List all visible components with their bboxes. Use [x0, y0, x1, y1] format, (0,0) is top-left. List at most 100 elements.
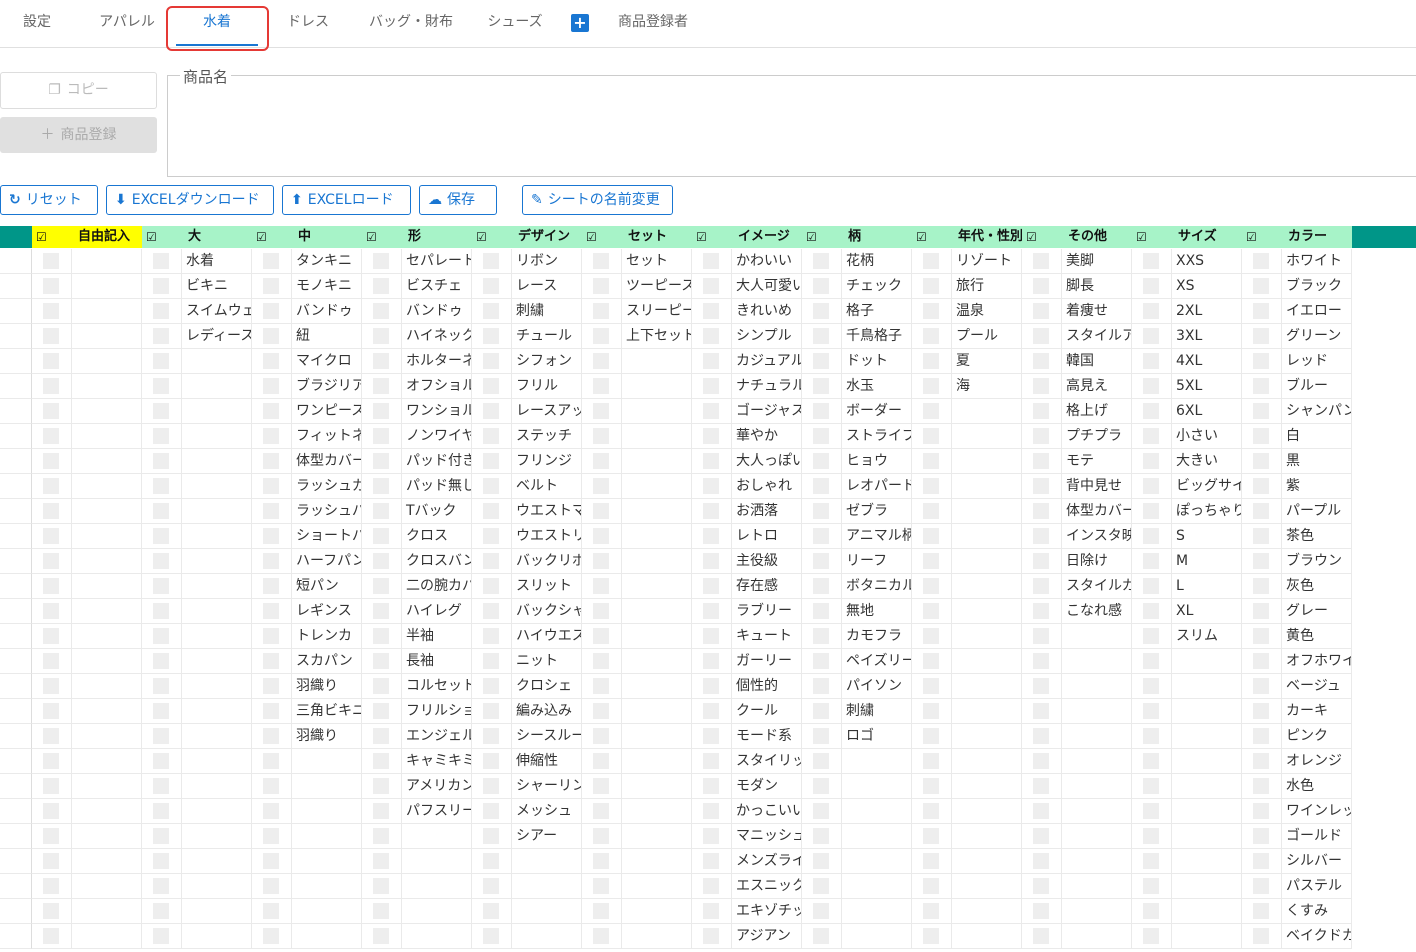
checkbox-cell[interactable] — [142, 699, 182, 724]
tag-value-cell[interactable]: オフホワイ — [1282, 649, 1352, 674]
checkbox[interactable] — [1033, 803, 1049, 819]
checkbox[interactable] — [813, 628, 829, 644]
tag-value-cell[interactable]: 体型カバー — [1062, 499, 1132, 524]
checkbox[interactable] — [153, 253, 169, 269]
checkbox[interactable] — [483, 503, 499, 519]
checkbox-cell[interactable] — [362, 649, 402, 674]
checkbox[interactable] — [153, 728, 169, 744]
checkbox[interactable] — [813, 803, 829, 819]
checkbox-cell[interactable] — [582, 274, 622, 299]
tag-value-cell[interactable]: レース — [512, 274, 582, 299]
checkbox-cell[interactable] — [32, 599, 72, 624]
tag-value-cell[interactable] — [952, 724, 1022, 749]
checkbox[interactable] — [153, 778, 169, 794]
checkbox[interactable] — [1033, 653, 1049, 669]
checkbox-cell[interactable] — [802, 274, 842, 299]
checkbox[interactable] — [593, 778, 609, 794]
checkbox-cell[interactable] — [1022, 749, 1062, 774]
checkbox[interactable] — [813, 278, 829, 294]
checkbox[interactable] — [153, 553, 169, 569]
checkbox[interactable] — [813, 503, 829, 519]
checkbox[interactable] — [483, 753, 499, 769]
checkbox[interactable] — [923, 303, 939, 319]
checkbox-cell[interactable] — [142, 749, 182, 774]
checkbox-cell[interactable] — [582, 424, 622, 449]
checkbox[interactable] — [923, 653, 939, 669]
checkbox[interactable] — [373, 503, 389, 519]
tag-value-cell[interactable] — [72, 524, 142, 549]
checkbox[interactable] — [1143, 478, 1159, 494]
checkbox-cell[interactable] — [32, 624, 72, 649]
tag-value-cell[interactable]: フリル — [512, 374, 582, 399]
tag-value-cell[interactable] — [512, 924, 582, 949]
checkbox-cell[interactable] — [472, 924, 512, 949]
checkbox-cell[interactable] — [472, 474, 512, 499]
checkbox-cell[interactable] — [692, 674, 732, 699]
checkbox[interactable] — [593, 328, 609, 344]
tag-value-cell[interactable] — [952, 549, 1022, 574]
checkbox[interactable] — [1143, 928, 1159, 944]
checkbox[interactable] — [43, 603, 59, 619]
checkbox-cell[interactable] — [32, 399, 72, 424]
checkbox[interactable] — [703, 803, 719, 819]
checkbox-cell[interactable] — [1022, 274, 1062, 299]
tag-value-cell[interactable] — [292, 899, 362, 924]
tag-value-cell[interactable]: 白 — [1282, 424, 1352, 449]
checkbox-cell[interactable] — [472, 849, 512, 874]
checkbox-cell[interactable] — [582, 674, 622, 699]
checkbox[interactable] — [483, 728, 499, 744]
checkbox[interactable] — [813, 428, 829, 444]
checkbox[interactable] — [813, 253, 829, 269]
tag-value-cell[interactable]: 旅行 — [952, 274, 1022, 299]
tag-value-cell[interactable] — [622, 899, 692, 924]
tag-value-cell[interactable] — [292, 774, 362, 799]
tag-value-cell[interactable]: ラッシュガ — [292, 474, 362, 499]
checkbox-cell[interactable] — [142, 249, 182, 274]
checkbox-cell[interactable] — [692, 624, 732, 649]
checkbox-cell[interactable] — [362, 574, 402, 599]
tag-value-cell[interactable] — [622, 574, 692, 599]
checkbox-cell[interactable] — [32, 349, 72, 374]
checkbox[interactable] — [43, 778, 59, 794]
tag-value-cell[interactable] — [622, 524, 692, 549]
tag-value-cell[interactable]: こなれ感 — [1062, 599, 1132, 624]
tag-value-cell[interactable] — [512, 874, 582, 899]
checkbox-cell[interactable] — [582, 824, 622, 849]
checkbox[interactable] — [483, 778, 499, 794]
checkbox[interactable] — [1143, 903, 1159, 919]
checkbox[interactable] — [373, 328, 389, 344]
checkbox-cell[interactable] — [1132, 299, 1172, 324]
checkbox[interactable] — [43, 828, 59, 844]
checkbox[interactable] — [263, 803, 279, 819]
tag-value-cell[interactable]: モノキニ — [292, 274, 362, 299]
checkbox[interactable] — [43, 303, 59, 319]
checkbox[interactable] — [1253, 678, 1269, 694]
checkbox-cell[interactable] — [582, 799, 622, 824]
tag-value-cell[interactable]: 大きい — [1172, 449, 1242, 474]
checkbox-cell[interactable] — [1132, 524, 1172, 549]
tag-value-cell[interactable]: ウエストリ — [512, 524, 582, 549]
tag-value-cell[interactable] — [72, 574, 142, 599]
checkbox[interactable] — [43, 403, 59, 419]
tag-value-cell[interactable]: M — [1172, 549, 1242, 574]
checkbox-cell[interactable] — [1132, 649, 1172, 674]
checkbox-cell[interactable] — [802, 449, 842, 474]
checkbox-cell[interactable] — [912, 724, 952, 749]
checkbox[interactable] — [263, 453, 279, 469]
product-name-field[interactable] — [167, 75, 1416, 177]
checkbox[interactable] — [1253, 653, 1269, 669]
checkbox-cell[interactable] — [142, 474, 182, 499]
tag-value-cell[interactable] — [952, 424, 1022, 449]
tag-value-cell[interactable] — [1062, 774, 1132, 799]
checkbox-cell[interactable] — [252, 574, 292, 599]
tag-value-cell[interactable]: XL — [1172, 599, 1242, 624]
checkbox[interactable] — [263, 653, 279, 669]
tag-value-cell[interactable]: ストライプ — [842, 424, 912, 449]
tag-value-cell[interactable] — [72, 349, 142, 374]
checkbox-cell[interactable] — [1022, 374, 1062, 399]
checkbox-cell[interactable] — [362, 349, 402, 374]
tag-value-cell[interactable] — [1062, 699, 1132, 724]
checkbox[interactable] — [1033, 303, 1049, 319]
tag-value-cell[interactable]: グレー — [1282, 599, 1352, 624]
checkbox-cell[interactable] — [1242, 674, 1282, 699]
